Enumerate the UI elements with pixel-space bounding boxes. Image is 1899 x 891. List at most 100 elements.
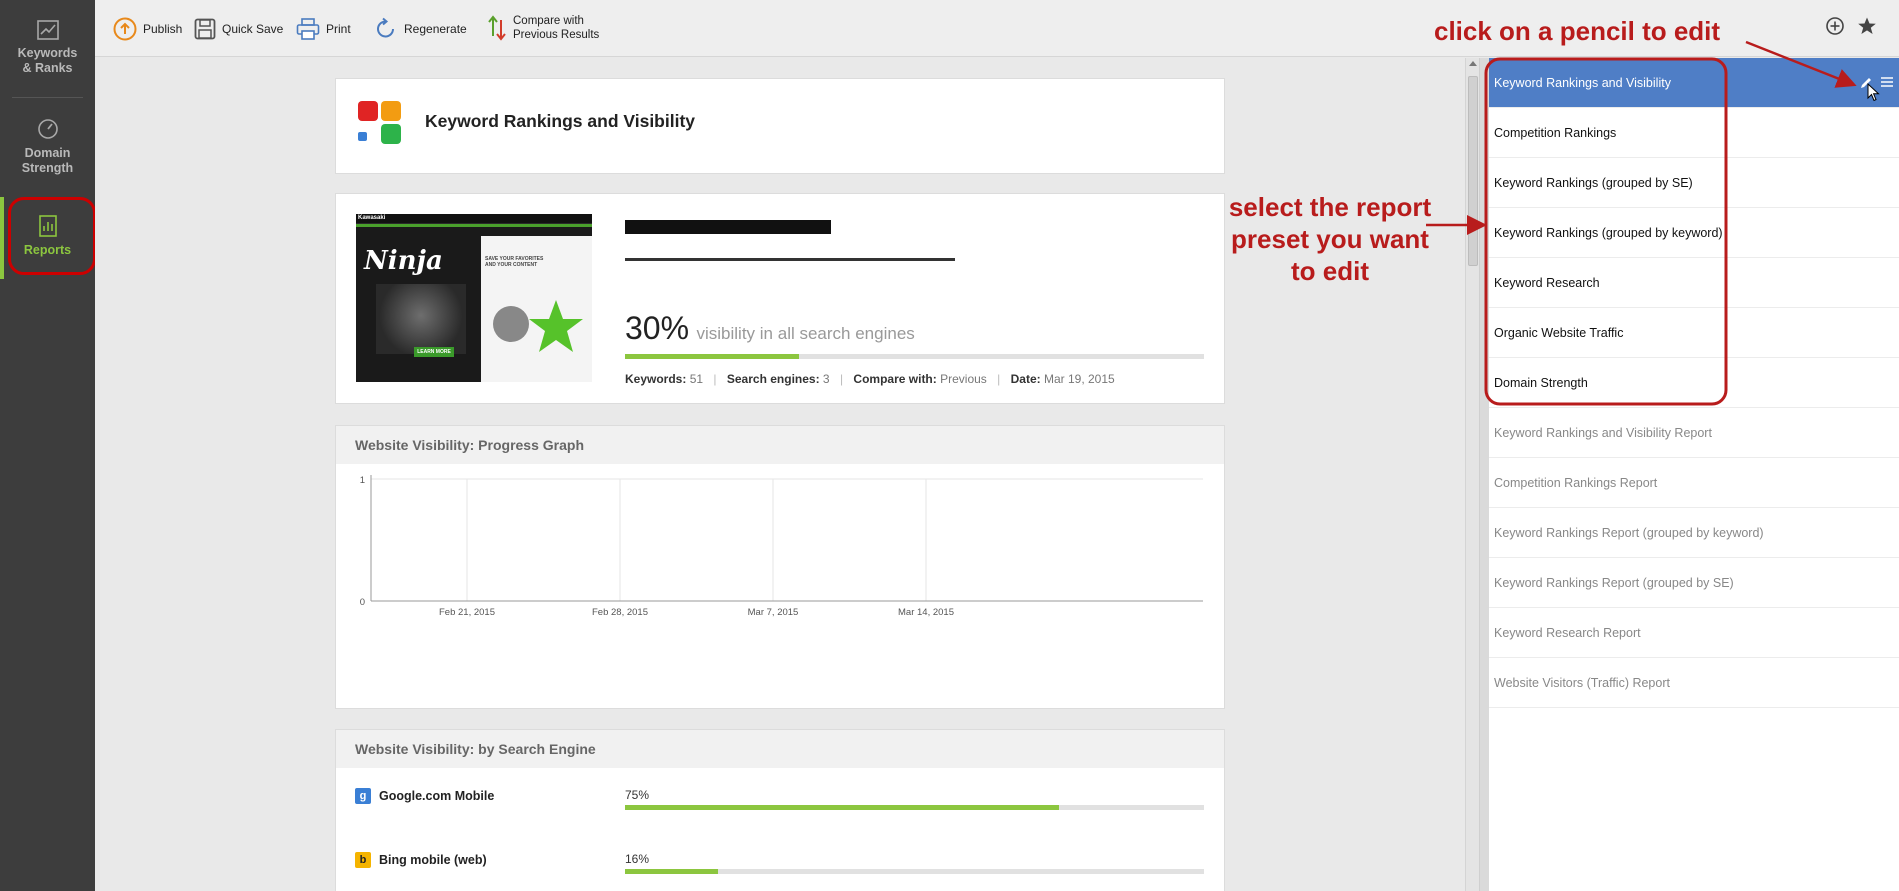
preset-label: Keyword Research — [1494, 276, 1600, 290]
summary-card: Kawasaki Ninja LEARN MORE SAVE YOUR FAVO… — [335, 193, 1225, 404]
engine-percent: 16% — [625, 852, 650, 866]
template-item[interactable]: Keyword Rankings and Visibility Report — [1489, 408, 1899, 458]
thumb-star-icon — [529, 300, 583, 352]
publish-label: Publish — [143, 22, 183, 36]
y-tick-label: 1 — [360, 475, 365, 486]
engine-progress-fill — [625, 805, 1060, 810]
nav-keywords-ranks[interactable]: Keywords & Ranks — [0, 20, 95, 76]
publish-button[interactable]: Publish — [113, 14, 182, 44]
app-logo-icon — [358, 101, 401, 144]
preset-item[interactable]: Keyword Rankings (grouped by keyword) — [1489, 208, 1899, 258]
quick-save-button[interactable]: Quick Save — [194, 14, 283, 44]
template-item[interactable]: Keyword Rankings Report (grouped by SE) — [1489, 558, 1899, 608]
plus-circle-icon — [1826, 17, 1844, 35]
preset-item[interactable]: Competition Rankings — [1489, 108, 1899, 158]
save-icon — [194, 18, 216, 40]
date-value: Mar 19, 2015 — [1043, 372, 1115, 386]
print-label: Print — [326, 22, 351, 36]
template-label: Website Visitors (Traffic) Report — [1494, 676, 1670, 690]
by-engine-title: Website Visibility: by Search Engine — [336, 730, 1224, 768]
preset-item[interactable]: Keyword Rankings (grouped by SE) — [1489, 158, 1899, 208]
visibility-text: visibility in all search engines — [696, 324, 915, 343]
nav-domain-label-2: Strength — [21, 161, 74, 175]
thumb-circle — [493, 306, 529, 342]
nav-domain-strength[interactable]: Domain Strength — [0, 118, 95, 176]
quick-save-label: Quick Save — [222, 22, 284, 36]
regenerate-label: Regenerate — [404, 22, 467, 36]
panel-splitter[interactable] — [1479, 58, 1489, 891]
website-thumbnail: Kawasaki Ninja LEARN MORE SAVE YOUR FAVO… — [356, 214, 592, 382]
preset-item[interactable]: Domain Strength — [1489, 358, 1899, 408]
template-item[interactable]: Website Visitors (Traffic) Report — [1489, 658, 1899, 708]
engine-name: Bing mobile (web) — [379, 853, 487, 867]
nav-keywords-label-2: & Ranks — [22, 61, 73, 75]
thumb-button: LEARN MORE — [414, 347, 454, 357]
menu-icon[interactable] — [1881, 76, 1893, 88]
preset-label: Organic Website Traffic — [1494, 326, 1624, 340]
template-item[interactable]: Keyword Rankings Report (grouped by keyw… — [1489, 508, 1899, 558]
visibility-progress-fill — [625, 354, 799, 359]
engine-progress-fill — [625, 869, 718, 874]
keywords-chart-icon — [36, 20, 59, 40]
meta-separator: | — [713, 372, 717, 386]
keywords-label: Keywords: — [625, 372, 687, 386]
engine-percent: 75% — [625, 788, 650, 802]
x-tick-label: Feb 28, 2015 — [592, 607, 648, 618]
mouse-cursor-icon — [1867, 83, 1880, 102]
visibility-progress-bar — [625, 354, 1204, 359]
redacted-description — [625, 258, 955, 261]
engine-progress-bar — [625, 805, 1204, 810]
template-label: Keyword Rankings Report (grouped by keyw… — [1494, 526, 1764, 540]
favorite-button[interactable] — [1857, 16, 1877, 41]
date-label: Date: — [1010, 372, 1041, 386]
add-button[interactable] — [1825, 16, 1845, 41]
print-button[interactable]: Print — [296, 14, 351, 44]
main-scrollbar[interactable] — [1465, 58, 1479, 891]
template-item[interactable]: Keyword Research Report — [1489, 608, 1899, 658]
compare-label: Compare with Previous Results — [513, 14, 599, 42]
template-item[interactable]: Competition Rankings Report — [1489, 458, 1899, 508]
x-tick-label: Mar 14, 2015 — [898, 607, 954, 618]
template-label: Keyword Research Report — [1494, 626, 1641, 640]
annotation-pencil: click on a pencil to edit — [1434, 16, 1721, 46]
preset-item[interactable]: Keyword Rankings and Visibility — [1489, 58, 1899, 108]
annotation-select-line-2: preset you want — [1231, 224, 1429, 254]
progress-graph-title: Website Visibility: Progress Graph — [336, 426, 1224, 464]
nav-domain-label-1: Domain — [24, 146, 71, 160]
google-icon: g — [355, 788, 371, 804]
engine-progress-bar — [625, 869, 1204, 874]
preset-item[interactable]: Organic Website Traffic — [1489, 308, 1899, 358]
nav-keywords-label-1: Keywords — [17, 46, 78, 60]
preset-label: Keyword Rankings (grouped by keyword) — [1494, 226, 1723, 240]
thumb-accent — [356, 224, 592, 227]
reports-highlight-circle — [8, 197, 96, 275]
preset-item[interactable]: Keyword Research — [1489, 258, 1899, 308]
template-label: Competition Rankings Report — [1494, 476, 1658, 490]
preset-label: Keyword Rankings (grouped by SE) — [1494, 176, 1693, 190]
compare-value: Previous — [940, 372, 987, 386]
scroll-thumb[interactable] — [1468, 76, 1478, 266]
thumb-side-panel: SAVE YOUR FAVORITES AND YOUR CONTENT — [481, 236, 592, 382]
visibility-percent: 30% — [625, 310, 690, 346]
regenerate-icon — [377, 17, 394, 38]
regenerate-button[interactable]: Regenerate — [374, 14, 467, 44]
annotation-select: select the report preset you want to edi… — [1210, 191, 1450, 287]
annotation-select-line-1: select the report — [1228, 192, 1432, 222]
x-tick-label: Feb 21, 2015 — [439, 607, 495, 618]
compare-button[interactable]: Compare with Previous Results — [487, 13, 599, 43]
gauge-icon — [37, 119, 58, 139]
redacted-domain — [625, 220, 831, 234]
compare-label-1: Compare with — [513, 15, 584, 27]
meta-separator: | — [997, 372, 1001, 386]
thumb-model: Ninja — [364, 246, 443, 276]
progress-graph-chart: Feb 21, 2015 Feb 28, 2015 Mar 7, 2015 Mar 1… — [360, 475, 1203, 618]
annotation-select-line-3: to edit — [1291, 256, 1369, 286]
report-meta: Keywords: 51 | Search engines: 3 | Compa… — [625, 372, 1115, 386]
by-engine-card: Website Visibility: by Search Engine g G… — [335, 729, 1225, 891]
engines-value: 3 — [822, 372, 830, 386]
publish-icon — [113, 17, 137, 41]
report-title-card: Keyword Rankings and Visibility — [335, 78, 1225, 174]
bing-icon: b — [355, 852, 371, 868]
scroll-up-icon[interactable] — [1469, 61, 1477, 66]
x-tick-label: Mar 7, 2015 — [748, 607, 799, 618]
